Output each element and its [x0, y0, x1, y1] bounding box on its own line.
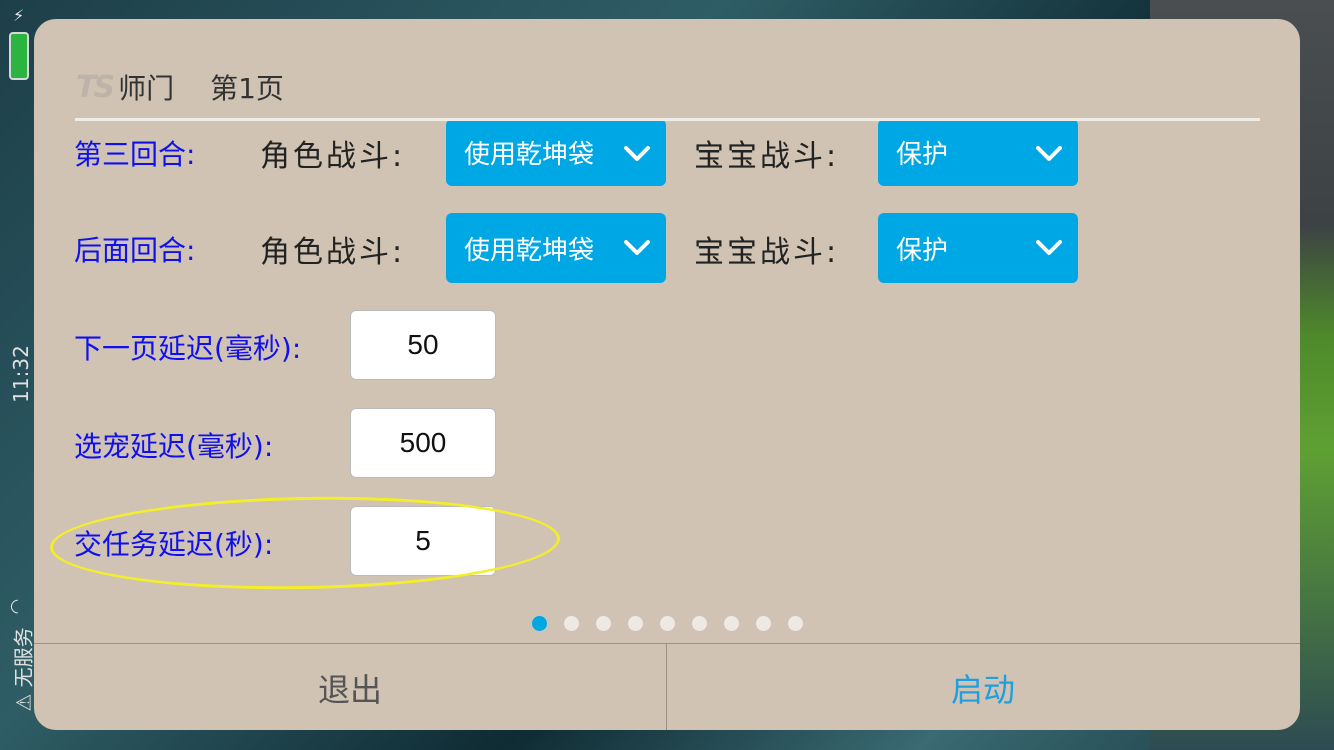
next-page-delay-label: 下一页延迟(毫秒): [74, 332, 302, 365]
dialog-footer: 退出 启动 [34, 643, 1300, 730]
page-dot-1[interactable] [532, 616, 547, 631]
round3-role-dropdown[interactable]: 使用乾坤袋 [446, 121, 666, 186]
page-dot-3[interactable] [596, 616, 611, 631]
page-dot-2[interactable] [564, 616, 579, 631]
round3-role-label: 角色战斗: [260, 139, 406, 174]
later-rounds-label: 后面回合: [74, 234, 196, 267]
chevron-down-icon [1036, 240, 1062, 255]
ts-logo: TS [76, 69, 115, 105]
page-dot-7[interactable] [724, 616, 739, 631]
later-pet-label: 宝宝战斗: [694, 235, 840, 270]
page-dot-8[interactable] [756, 616, 771, 631]
round3-pet-label: 宝宝战斗: [694, 139, 840, 174]
page-dot-4[interactable] [628, 616, 643, 631]
chevron-down-icon [624, 240, 650, 255]
round3-pet-dropdown[interactable]: 保护 [878, 121, 1078, 186]
dropdown-value: 保护 [896, 140, 949, 170]
charging-icon: ⚡ [13, 6, 25, 25]
chevron-down-icon [1036, 146, 1062, 161]
dropdown-value: 保护 [896, 235, 949, 266]
dialog-title: 师门 [118, 72, 175, 105]
dropdown-value: 使用乾坤袋 [464, 235, 595, 266]
page-indicator [532, 616, 803, 631]
page-dot-9[interactable] [788, 616, 803, 631]
battery-icon [9, 32, 29, 80]
page-label: 第1页 [210, 72, 284, 105]
carrier-text: 无服务 [11, 627, 36, 688]
page-dot-6[interactable] [692, 616, 707, 631]
select-pet-delay-label: 选宠延迟(毫秒): [74, 430, 274, 463]
chevron-down-icon [624, 146, 650, 161]
select-pet-delay-input[interactable]: 500 [350, 408, 496, 478]
status-bar: ⚡ 11:32 ◠ ⚠ 无服务 [0, 0, 37, 750]
dialog-header: TS 师门 第1页 [76, 67, 284, 107]
start-button[interactable]: 启动 [667, 644, 1299, 730]
later-role-dropdown[interactable]: 使用乾坤袋 [446, 213, 666, 283]
settings-dialog: TS 师门 第1页 第三回合: 角色战斗: 使用乾坤袋 宝宝战斗: 保护 后面回… [34, 19, 1300, 730]
carrier-label: ⚠ 无服务 [8, 600, 37, 740]
dropdown-value: 使用乾坤袋 [464, 140, 595, 170]
page-dot-5[interactable] [660, 616, 675, 631]
next-page-delay-input[interactable]: 50 [350, 310, 496, 380]
later-role-label: 角色战斗: [260, 235, 406, 270]
exit-button[interactable]: 退出 [34, 644, 667, 730]
warning-icon: ⚠ [11, 687, 36, 712]
status-time: 11:32 [9, 345, 33, 403]
later-pet-dropdown[interactable]: 保护 [878, 213, 1078, 283]
round3-label: 第三回合: [74, 138, 196, 171]
